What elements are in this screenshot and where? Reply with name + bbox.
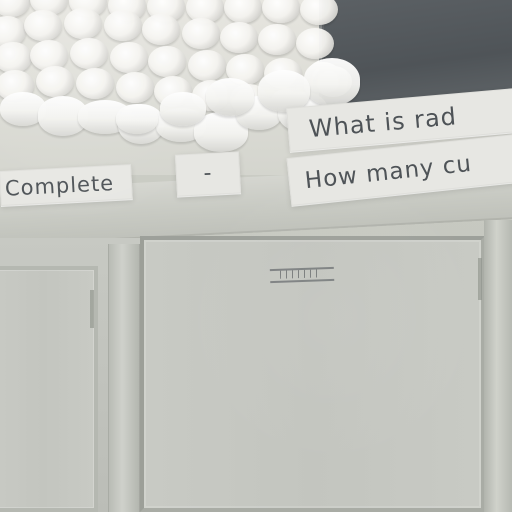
cup-icon <box>0 42 32 73</box>
left-cabinet-door <box>0 266 98 512</box>
cup-icon <box>148 46 186 77</box>
cup-icon <box>69 0 107 17</box>
cup-icon <box>147 0 185 22</box>
door-label-marks <box>279 269 321 279</box>
cup-icon <box>188 50 226 81</box>
cup-icon <box>182 18 220 49</box>
cup-icon <box>192 80 230 111</box>
cabinet-right-frame <box>484 220 512 512</box>
cup-icon <box>194 112 248 152</box>
cup-icon <box>0 92 46 126</box>
cup-icon <box>220 22 258 53</box>
cup-icon <box>70 38 108 69</box>
cup-icon <box>156 108 206 142</box>
cup-icon <box>110 42 148 73</box>
cup-icon <box>78 100 132 134</box>
door-label-plate <box>268 263 339 285</box>
cup-icon <box>30 40 68 71</box>
large-cup-icon <box>116 104 158 134</box>
cup-icon <box>118 104 164 144</box>
large-cup-icon <box>206 78 254 116</box>
left-door-hinge <box>90 290 94 328</box>
large-cup-icon <box>160 92 206 126</box>
cup-icon <box>236 96 282 130</box>
cup-icon <box>76 68 114 99</box>
cup-icon <box>104 10 142 41</box>
cup-icon <box>258 24 296 55</box>
cup-icon <box>264 58 302 89</box>
cup-icon <box>30 0 68 15</box>
shelf-label-dash: - <box>174 151 242 197</box>
cup-icon <box>116 72 154 103</box>
cup-icon <box>38 96 88 136</box>
cabinet-divider <box>108 244 140 512</box>
cup-icon <box>226 54 264 85</box>
door-label-bottom-line <box>270 278 335 284</box>
cup-icon <box>24 10 62 41</box>
cup-icon <box>224 0 262 23</box>
cup-icon <box>0 0 30 17</box>
right-door-hinge <box>478 258 482 300</box>
cup-icon <box>142 14 180 45</box>
cup-icon <box>0 16 26 47</box>
cup-icon <box>108 0 146 21</box>
cup-icon <box>262 0 300 23</box>
shelf-label-complete: Complete <box>0 164 133 206</box>
cup-icon <box>230 84 268 115</box>
cup-icon <box>36 66 74 97</box>
cup-icon <box>154 76 192 107</box>
cup-icon <box>64 8 102 39</box>
cup-icon <box>0 70 34 101</box>
cup-icon <box>186 0 224 23</box>
classroom-photo: Complete - What is rad How many cu <box>0 0 512 512</box>
